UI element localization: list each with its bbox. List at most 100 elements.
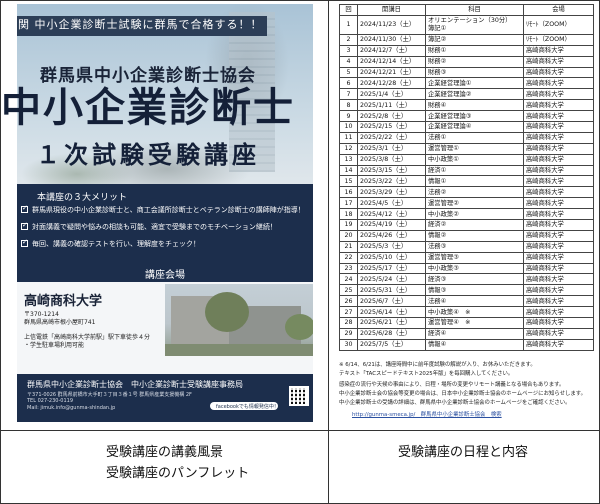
- cell-date: 2025/1/11（土）: [357, 99, 426, 112]
- cell-no: 1: [339, 14, 358, 35]
- caption-lecture-scene: 受験講座の講義風景: [106, 445, 224, 460]
- table-row: 25 2025/5/31（土） 情報③ 高崎商科大学: [339, 284, 594, 297]
- cell-subject: 企業経営理論②: [425, 88, 524, 101]
- cell-no: 11: [339, 131, 358, 144]
- cell-date: 2025/6/7（土）: [357, 295, 426, 308]
- cell-subject: 財務①: [425, 44, 524, 57]
- cell-no: 5: [339, 66, 358, 79]
- table-row: 22 2025/5/10（土） 運営管理③ 高崎商科大学: [339, 251, 594, 264]
- cell-no: 26: [339, 295, 358, 308]
- cell-subject: 情報②: [425, 229, 524, 242]
- cell-date: 2025/5/24（土）: [357, 273, 426, 286]
- cell-subject: 経済②: [425, 219, 524, 231]
- cell-subject: 財務④: [425, 99, 524, 112]
- address-line: 群馬県高崎市根小屋町741: [24, 319, 96, 326]
- cell-date: 2025/5/3（土）: [357, 240, 426, 253]
- cell-no: 20: [339, 229, 358, 242]
- cell-no: 16: [339, 186, 358, 199]
- cell-no: 4: [339, 55, 358, 68]
- contact-line: TEL 027-230-0119: [27, 398, 74, 404]
- cell-date: 2025/1/4（土）: [357, 88, 426, 101]
- table-row: 6 2024/12/28（土） 企業経営理論① 高崎商科大学: [339, 77, 594, 90]
- cell-venue: 高崎商科大学: [523, 208, 594, 221]
- brochure-tagline: 難関 中小企業診断士試験に群馬で合格する！！: [6, 18, 263, 31]
- caption-schedule: 受験講座の日程と内容: [398, 445, 529, 460]
- cell-subject: 中小政策②: [425, 208, 524, 221]
- cell-no: 23: [339, 262, 358, 275]
- association-link[interactable]: http://gunma-smeca.jp/ 群馬県中小企業診断士協会 検索: [352, 410, 502, 418]
- cell-subject: 情報①: [425, 175, 524, 188]
- cell-subject: 企業経営理論③: [425, 110, 524, 123]
- table-row: 2 2024/11/30（土） 簿記② ﾘﾓｰﾄ（ZOOM）: [339, 33, 594, 46]
- table-row: 21 2025/5/3（土） 法務③ 高崎商科大学: [339, 240, 594, 253]
- table-row: 1 2024/11/23（土） オリエンテーション（30分） 簿記① ﾘﾓｰﾄ（ZOOM…: [339, 14, 594, 35]
- table-row: 10 2025/2/15（土） 企業経営理論④ 高崎商科大学: [339, 121, 594, 133]
- schedule-note: テキスト「TACスピードテキスト2025年版」を毎回購入してください。: [339, 371, 514, 377]
- cell-venue: 高崎商科大学: [523, 251, 594, 264]
- cell-date: 2025/4/19（土）: [357, 219, 426, 231]
- cell-subject: 財務②: [425, 55, 524, 68]
- cell-no: 3: [339, 44, 358, 57]
- cell-venue: 高崎商科大学: [523, 77, 594, 90]
- schedule-table: 回 開講日 科目 会場 1 2024/11/23（土） オリエンテーション（30分）…: [339, 4, 594, 351]
- caption-pamphlet: 受験講座のパンフレット: [106, 466, 250, 481]
- table-row: 5 2024/12/21（土） 財務③ 高崎商科大学: [339, 66, 594, 79]
- cell-date: 2025/6/14（土）: [357, 306, 426, 319]
- table-row: 3 2024/12/7（土） 財務① 高崎商科大学: [339, 44, 594, 57]
- table-row: 11 2025/2/22（土） 法務① 高崎商科大学: [339, 131, 594, 144]
- campus-photo: [165, 284, 313, 356]
- cell-no: 2: [339, 33, 358, 46]
- cell-no: 27: [339, 306, 358, 319]
- cell-date: 2025/5/10（土）: [357, 251, 426, 264]
- cell-no: 28: [339, 317, 358, 329]
- table-row: 13 2025/3/8（土） 中小政策① 高崎商科大学: [339, 153, 594, 166]
- merit-item: 対面講義で疑問や悩みの相談も可能、適宜で受験までのモチベーション継続！: [21, 221, 277, 232]
- cell-subject: 運営管理①: [425, 142, 524, 155]
- cell-venue: 高崎商科大学: [523, 66, 594, 79]
- cell-subject: 運営管理②: [425, 197, 524, 210]
- table-row: 30 2025/7/5（土） 情報④ 高崎商科大学: [339, 338, 594, 351]
- header-no: 回: [339, 4, 358, 16]
- cell-subject: 中小政策④ ※: [425, 306, 524, 319]
- access-line: ・学生駐車場利用可能: [24, 342, 85, 349]
- cell-no: 10: [339, 121, 358, 133]
- check-icon: [21, 204, 28, 213]
- merits-heading: 本講座の３大メリット: [37, 193, 128, 203]
- schedule-note: 中小企業診断士会の協会等変更の場合は、日本中小企業診断士協会のホームページにお知…: [339, 391, 587, 397]
- schedule-note: 中小企業診断士の受講の詳細は、群馬県中小企業診断士協会のホームページをご確認くだ…: [339, 400, 571, 406]
- header-venue: 会場: [523, 4, 594, 16]
- qr-code-icon: [289, 386, 309, 406]
- cell-no: 29: [339, 327, 358, 340]
- check-icon: [21, 221, 28, 230]
- cell-date: 2025/2/15（土）: [357, 121, 426, 133]
- cell-subject: 情報③: [425, 284, 524, 297]
- table-row: 19 2025/4/19（土） 経済② 高崎商科大学: [339, 219, 594, 231]
- cell-subject: 経済①: [425, 164, 524, 177]
- cell-venue: ﾘﾓｰﾄ（ZOOM）: [523, 14, 594, 35]
- table-row: 20 2025/4/26（土） 情報② 高崎商科大学: [339, 229, 594, 242]
- cell-date: 2025/3/22（土）: [357, 175, 426, 188]
- table-row: 29 2025/6/28（土） 経済④ 高崎商科大学: [339, 327, 594, 340]
- cell-date: 2025/5/17（土）: [357, 262, 426, 275]
- merit-item: 群馬県現役の中小企業診断士と、商工会議所診断士とベテラン診断士の講師陣が指導！: [21, 204, 305, 215]
- cell-subject: 企業経営理論④: [425, 121, 524, 133]
- column-divider: [328, 0, 329, 504]
- cell-date: 2025/6/21（土）: [357, 317, 426, 329]
- cell-venue: 高崎商科大学: [523, 175, 594, 188]
- cell-date: 2025/3/29（土）: [357, 186, 426, 199]
- schedule-note: ※ 6/14、6/21は、講座時間中に前年度試験の解説が入り、お休みいただきます…: [339, 362, 536, 368]
- cell-no: 6: [339, 77, 358, 90]
- facebook-label: facebookでも情報発信中！: [216, 404, 279, 410]
- header-subject: 科目: [425, 4, 524, 16]
- cell-subject: 中小政策③: [425, 262, 524, 275]
- cell-date: 2024/12/21（土）: [357, 66, 426, 79]
- cell-venue: 高崎商科大学: [523, 44, 594, 57]
- cell-venue: 高崎商科大学: [523, 55, 594, 68]
- cell-venue: 高崎商科大学: [523, 88, 594, 101]
- cell-venue: 高崎商科大学: [523, 306, 594, 319]
- cell-date: 2025/3/8（土）: [357, 153, 426, 166]
- cell-date: 2025/7/5（土）: [357, 338, 426, 351]
- cell-subject: 経済③: [425, 273, 524, 286]
- cell-no: 12: [339, 142, 358, 155]
- cell-date: 2024/12/14（土）: [357, 55, 426, 68]
